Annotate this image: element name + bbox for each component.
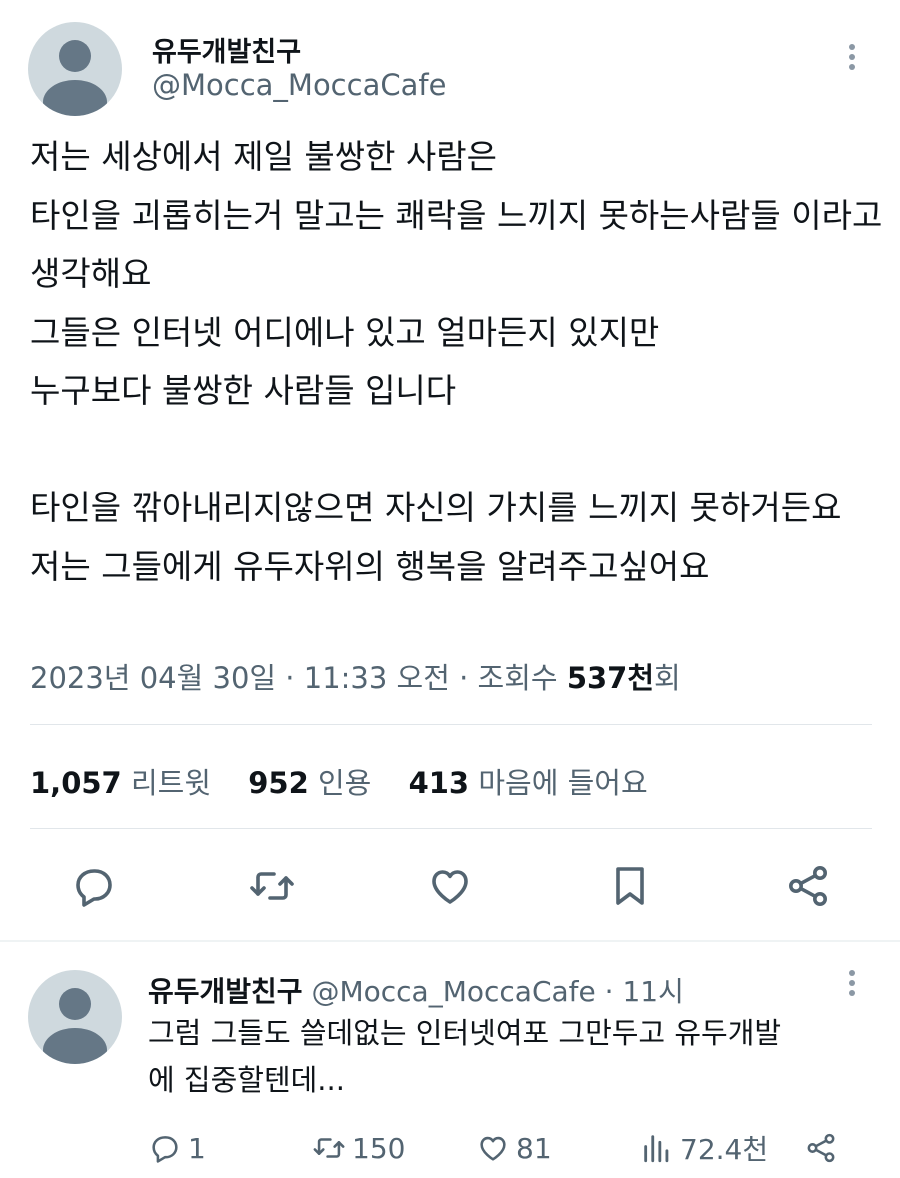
view-count: 537천 bbox=[566, 661, 655, 695]
tweet-meta: 2023년 04월 30일 · 11:33 오전 · 조회수 537천회 bbox=[30, 655, 681, 697]
reply-time[interactable]: · 11시 bbox=[605, 975, 684, 1008]
reply-retweet-button[interactable]: 150 bbox=[312, 1128, 405, 1168]
reply-like-count: 81 bbox=[516, 1131, 552, 1165]
tweet-stats: 1,057 리트윗 952 인용 413 마음에 들어요 bbox=[30, 760, 676, 802]
more-vertical-icon[interactable] bbox=[846, 44, 858, 74]
author-display-name[interactable]: 유두개발친구 bbox=[152, 30, 301, 69]
more-vertical-icon[interactable] bbox=[846, 970, 858, 1000]
retweet-label[interactable]: 리트윗 bbox=[131, 766, 211, 800]
default-avatar-head bbox=[59, 40, 91, 72]
tweet-timestamp[interactable]: 2023년 04월 30일 · 11:33 오전 · 조회수 bbox=[30, 661, 558, 695]
like-count[interactable]: 413 bbox=[409, 766, 470, 800]
reply-header: 유두개발친구 @Mocca_MoccaCafe · 11시 bbox=[148, 970, 684, 1010]
reply-like-button[interactable]: 81 bbox=[476, 1128, 552, 1168]
reply-icon bbox=[152, 1136, 178, 1163]
bookmark-icon[interactable] bbox=[606, 862, 654, 910]
tweet-text: 저는 세상에서 제일 불쌍한 사람은 타인을 괴롭히는거 말고는 쾌락을 느끼지… bbox=[30, 137, 883, 586]
quote-count[interactable]: 952 bbox=[248, 766, 309, 800]
reply-views-button[interactable]: 72.4천 bbox=[640, 1128, 768, 1168]
reply-share-button[interactable] bbox=[804, 1128, 844, 1168]
reply-author-avatar[interactable] bbox=[28, 970, 122, 1064]
like-label[interactable]: 마음에 들어요 bbox=[478, 766, 647, 800]
quote-label[interactable]: 인용 bbox=[318, 766, 371, 800]
view-count-suffix: 회 bbox=[654, 661, 681, 695]
default-avatar-body bbox=[43, 1028, 107, 1064]
divider bbox=[30, 724, 872, 725]
section-divider bbox=[0, 940, 900, 942]
reply-reply-button[interactable]: 1 bbox=[148, 1128, 206, 1168]
heart-icon bbox=[480, 1136, 506, 1161]
retweet-count[interactable]: 1,057 bbox=[30, 766, 122, 800]
retweet-icon bbox=[313, 1138, 345, 1158]
divider bbox=[30, 828, 872, 829]
author-avatar[interactable] bbox=[28, 22, 122, 116]
retweet-icon[interactable] bbox=[248, 862, 296, 910]
views-bar-chart-icon bbox=[644, 1135, 669, 1163]
heart-icon[interactable] bbox=[426, 862, 474, 910]
reply-view-count: 72.4천 bbox=[680, 1133, 769, 1166]
reply-handle[interactable]: @Mocca_MoccaCafe bbox=[311, 975, 595, 1008]
default-avatar-body bbox=[43, 80, 107, 116]
default-avatar-head bbox=[59, 988, 91, 1020]
author-handle[interactable]: @Mocca_MoccaCafe bbox=[152, 68, 446, 102]
reply-text: 그럼 그들도 쓸데없는 인터넷여포 그만두고 유두개발 에 집중할텐데... bbox=[148, 1016, 782, 1097]
share-icon bbox=[807, 1133, 835, 1163]
share-icon[interactable] bbox=[784, 862, 832, 910]
reply-icon[interactable] bbox=[70, 862, 118, 910]
reply-reply-count: 1 bbox=[188, 1131, 206, 1165]
reply-display-name[interactable]: 유두개발친구 bbox=[148, 975, 303, 1008]
reply-retweet-count: 150 bbox=[352, 1131, 406, 1165]
